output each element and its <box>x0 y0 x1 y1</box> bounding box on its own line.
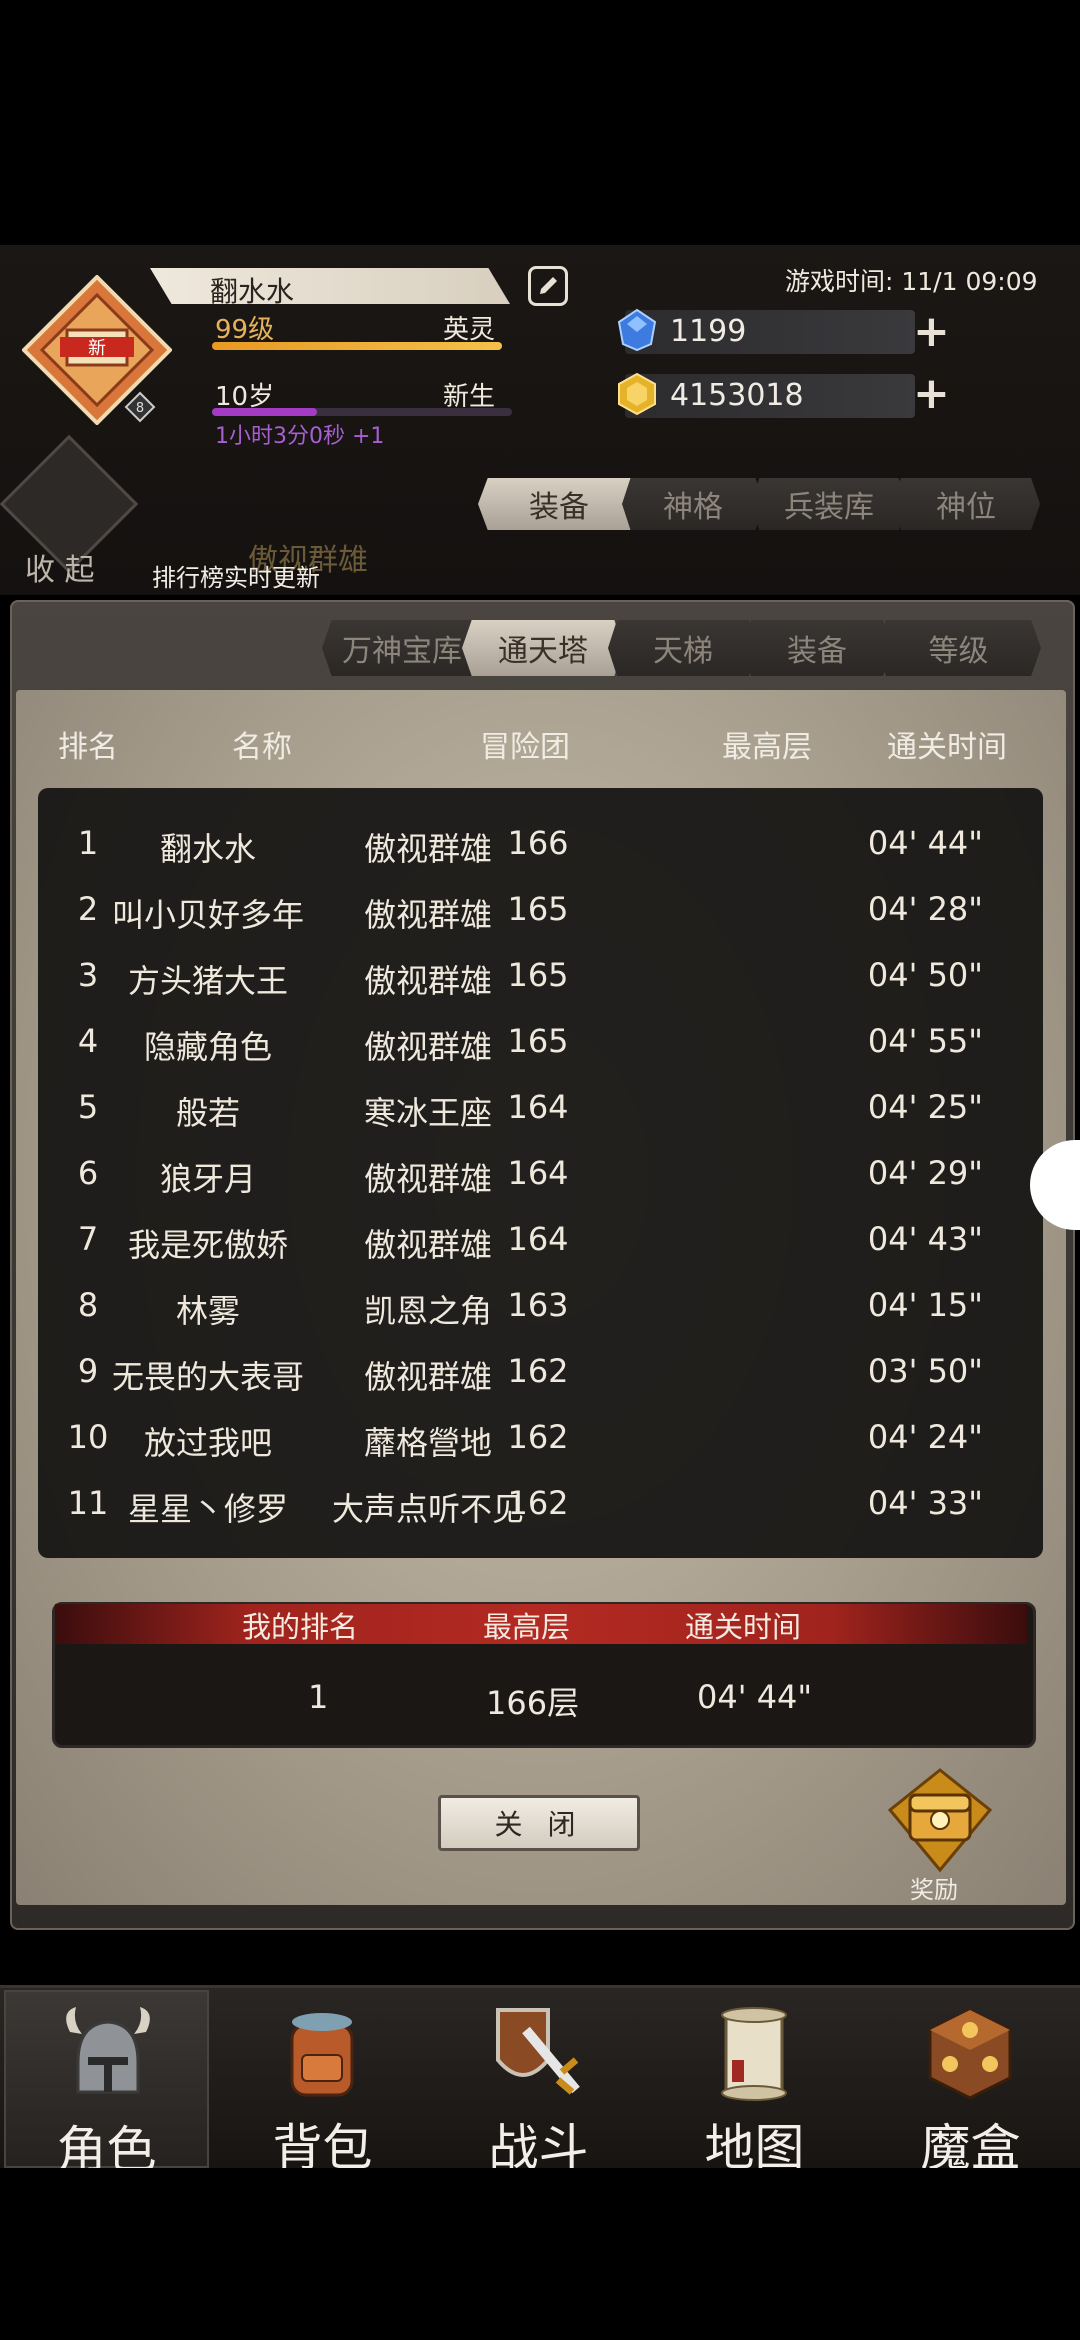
helmet-icon <box>66 2007 150 2094</box>
top-floor-cell: 166 <box>507 824 569 862</box>
level-class: 英灵 <box>443 315 496 345</box>
nav-character[interactable]: 角色 <box>4 1990 209 2179</box>
table-row[interactable]: 5 般若 寒冰王座 164 04' 25" <box>38 1088 1043 1154</box>
player-name: 翻水水 <box>210 275 295 308</box>
my-clear-time-value: 04' 44" <box>697 1678 813 1716</box>
top-floor-cell: 164 <box>507 1220 569 1258</box>
magic-box-icon <box>928 2008 1012 2100</box>
level-progress-bar <box>212 342 502 350</box>
treasure-chest-icon[interactable] <box>885 1765 995 1875</box>
top-floor-cell: 165 <box>507 1022 569 1060</box>
tab-divinity[interactable]: 神格 <box>622 478 764 530</box>
sword-shield-icon <box>496 2008 580 2095</box>
top-floor-cell: 164 <box>507 1154 569 1192</box>
add-gems-button[interactable]: + <box>913 310 950 354</box>
gold-icon <box>618 372 656 416</box>
gem-counter <box>625 310 915 354</box>
col-header-guild: 冒险团 <box>480 730 570 765</box>
col-header-clear-time: 通关时间 <box>887 730 1007 765</box>
top-floor-cell: 165 <box>507 956 569 994</box>
top-floor-cell: 162 <box>507 1484 569 1522</box>
table-row[interactable]: 9 无畏的大表哥 傲视群雄 162 03' 50" <box>38 1352 1043 1418</box>
backpack-icon <box>290 2013 354 2097</box>
top-floor-cell: 162 <box>507 1352 569 1390</box>
age-progress-bar <box>212 408 512 416</box>
nav-map[interactable]: 地图 <box>652 1990 857 2177</box>
scroll-map-icon <box>721 2007 787 2101</box>
subtab-sky-tower[interactable]: 通天塔 <box>462 620 624 676</box>
col-header-name: 名称 <box>232 730 292 765</box>
clear-time-cell: 04' 43" <box>867 1220 983 1258</box>
close-button[interactable]: 关 闭 <box>438 1795 640 1851</box>
top-floor-cell: 162 <box>507 1418 569 1456</box>
tab-god-seat[interactable]: 神位 <box>892 478 1040 530</box>
clear-time-cell: 04' 25" <box>867 1088 983 1126</box>
clear-time-cell: 04' 44" <box>867 824 983 862</box>
add-gold-button[interactable]: + <box>913 372 950 416</box>
clear-time-cell: 04' 33" <box>867 1484 983 1522</box>
tab-armory[interactable]: 兵装库 <box>750 478 908 530</box>
emblem-badge: 新 <box>88 338 106 359</box>
game-time: 游戏时间: 11/1 09:09 <box>785 267 1038 296</box>
my-rank-header-floor: 最高层 <box>483 1610 571 1644</box>
age-timer: 1小时3分0秒 +1 <box>215 424 385 449</box>
clear-time-cell: 04' 28" <box>867 890 983 928</box>
my-rank-value: 1 <box>308 1678 329 1716</box>
table-row[interactable]: 1 翻水水 傲视群雄 166 04' 44" <box>38 824 1043 890</box>
table-row[interactable]: 8 林雾 凯恩之角 163 04' 15" <box>38 1286 1043 1352</box>
clear-time-cell: 04' 29" <box>867 1154 983 1192</box>
top-blank-area <box>0 0 1080 245</box>
nav-magic-box[interactable]: 魔盒 <box>868 1990 1073 2177</box>
nav-backpack[interactable]: 背包 <box>220 1990 425 2177</box>
gold-count: 4153018 <box>670 378 804 413</box>
table-row[interactable]: 6 狼牙月 傲视群雄 164 04' 29" <box>38 1154 1043 1220</box>
subtab-level[interactable]: 等级 <box>876 620 1041 676</box>
col-header-top-floor: 最高层 <box>722 730 812 765</box>
subtab-equipment[interactable]: 装备 <box>742 620 892 676</box>
subtab-pantheon-vault[interactable]: 万神宝库 <box>322 620 482 676</box>
bottom-blank-area <box>0 2168 1080 2340</box>
table-row[interactable]: 11 星星丶修罗 大声点听不见 162 04' 33" <box>38 1484 1043 1550</box>
table-row[interactable]: 10 放过我吧 蘼格營地 162 04' 24" <box>38 1418 1043 1484</box>
clear-time-cell: 04' 24" <box>867 1418 983 1456</box>
clear-time-cell: 04' 15" <box>867 1286 983 1324</box>
subtab-ladder[interactable]: 天梯 <box>608 620 758 676</box>
nav-battle[interactable]: 战斗 <box>436 1990 641 2177</box>
name-banner <box>150 268 510 304</box>
edit-icon <box>540 277 557 294</box>
my-rank-header-rank: 我的排名 <box>242 1610 359 1644</box>
edit-name-button[interactable] <box>528 266 568 306</box>
clear-time-cell: 04' 50" <box>867 956 983 994</box>
table-row[interactable]: 7 我是死傲娇 傲视群雄 164 04' 43" <box>38 1220 1043 1286</box>
table-row[interactable]: 4 隐藏角色 傲视群雄 165 04' 55" <box>38 1022 1043 1088</box>
top-floor-cell: 164 <box>507 1088 569 1126</box>
reward-label: 奖励 <box>910 1876 958 1904</box>
clear-time-cell: 04' 55" <box>867 1022 983 1060</box>
top-floor-cell: 165 <box>507 890 569 928</box>
table-row[interactable]: 2 叫小贝好多年 傲视群雄 165 04' 28" <box>38 890 1043 956</box>
player-emblem-icon[interactable]: 新 8 <box>22 275 172 425</box>
tab-equipment[interactable]: 装备 <box>478 478 640 530</box>
my-rank-header-time: 通关时间 <box>685 1610 802 1644</box>
emblem-level: 8 <box>136 401 144 416</box>
collapse-label: 收 起 <box>25 553 95 588</box>
gem-count: 1199 <box>670 314 747 349</box>
table-row[interactable]: 3 方头猪大王 傲视群雄 165 04' 50" <box>38 956 1043 1022</box>
level-text: 99级 <box>215 315 275 345</box>
top-floor-cell: 163 <box>507 1286 569 1324</box>
clear-time-cell: 03' 50" <box>867 1352 983 1390</box>
ranking-table: 1 翻水水 傲视群雄 166 04' 44" 2 叫小贝好多年 傲视群雄 165 04' 28" 3… <box>38 788 1043 1558</box>
realtime-notice: 排行榜实时更新 <box>152 564 320 592</box>
my-top-floor-value: 166层 <box>486 1684 580 1722</box>
gem-icon <box>617 308 657 352</box>
col-header-rank: 排名 <box>58 730 118 765</box>
